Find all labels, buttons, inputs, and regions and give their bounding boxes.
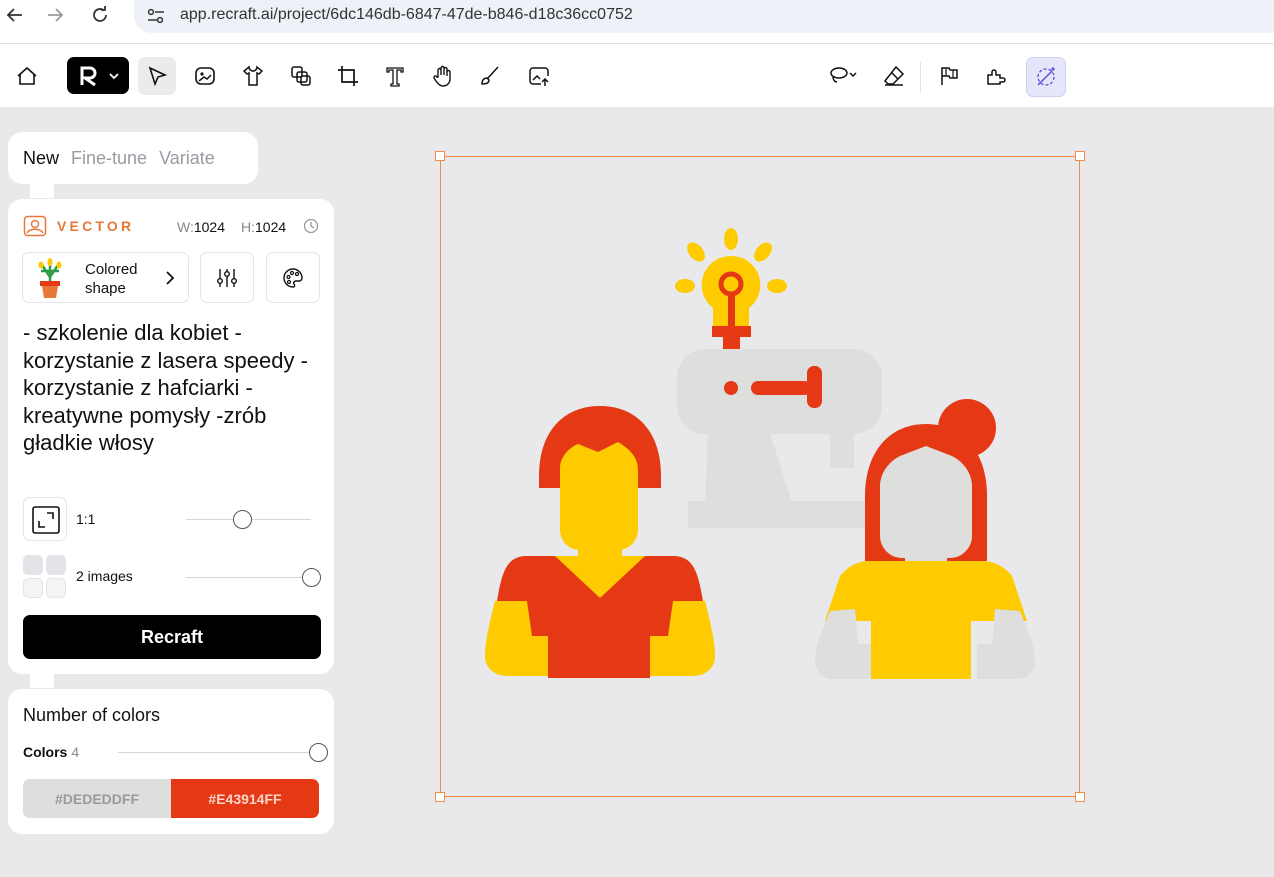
style-selector[interactable]: Colored shape	[22, 252, 189, 303]
upload-image-icon[interactable]	[520, 57, 558, 95]
potted-plant-icon	[38, 258, 62, 298]
crop-frame-icon[interactable]	[329, 57, 367, 95]
recraft-logo-menu[interactable]	[67, 57, 129, 94]
canvas-selection-frame[interactable]	[435, 151, 1085, 802]
sliders-icon	[217, 268, 238, 287]
image-count-label: 2 images	[76, 568, 133, 584]
mode-tabs: New Fine-tune Variate	[8, 132, 258, 184]
flags-icon[interactable]	[931, 57, 969, 95]
color-palette-button[interactable]	[266, 252, 320, 303]
tab-fine-tune[interactable]: Fine-tune	[71, 148, 147, 169]
toolbar-divider	[920, 62, 921, 92]
clock-icon[interactable]	[303, 218, 319, 234]
back-arrow-icon[interactable]	[2, 4, 28, 26]
woman-short-hair-icon	[485, 406, 715, 678]
chevron-down-icon	[109, 72, 119, 79]
color-swatch-grey[interactable]: #DEDEDDFF	[23, 779, 171, 818]
aspect-ratio-slider-knob[interactable]	[232, 510, 252, 529]
colors-slider-track[interactable]	[118, 752, 318, 753]
tshirt-mockup-icon[interactable]	[234, 57, 272, 95]
brush-icon[interactable]	[471, 57, 509, 95]
color-swatch-red[interactable]: #E43914FF	[171, 779, 319, 818]
hand-icon[interactable]	[424, 57, 462, 95]
main-toolbar	[0, 44, 1274, 108]
light-bulb-icon	[675, 228, 787, 349]
url-text[interactable]: app.recraft.ai/project/6dc146db-6847-47d…	[180, 6, 633, 24]
width-readout[interactable]: W:1024	[177, 219, 225, 235]
tab-new[interactable]: New	[23, 148, 59, 169]
output-type-label[interactable]: VECTOR	[57, 218, 134, 234]
chevron-right-icon	[166, 271, 175, 285]
prompt-text[interactable]: - szkolenie dla kobiet - korzystanie z l…	[23, 319, 323, 457]
site-settings-icon[interactable]	[146, 6, 166, 26]
lasso-icon[interactable]	[820, 57, 866, 95]
image-count-slider-knob[interactable]	[301, 568, 321, 587]
magic-wand-icon[interactable]	[1026, 57, 1066, 97]
panel-connector	[30, 674, 54, 688]
height-readout[interactable]: H:1024	[241, 219, 286, 235]
tab-variate[interactable]: Variate	[159, 148, 215, 169]
recraft-generate-button[interactable]: Recraft	[23, 615, 321, 659]
resize-handle-top-right[interactable]	[1075, 151, 1085, 161]
select-pointer-icon[interactable]	[138, 57, 176, 95]
reload-icon[interactable]	[87, 4, 113, 26]
layers-icon[interactable]	[282, 57, 320, 95]
colors-count-label: Colors 4	[23, 744, 80, 760]
address-bar[interactable]: app.recraft.ai/project/6dc146db-6847-47d…	[134, 0, 1274, 33]
puzzle-icon[interactable]	[978, 57, 1016, 95]
image-count-slider-track[interactable]	[186, 577, 311, 578]
sewing-machine-icon	[677, 349, 882, 528]
generated-illustration[interactable]	[440, 156, 1080, 797]
generation-settings-panel: VECTOR W:1024 H:1024 Colored shape - szk…	[8, 199, 334, 674]
aspect-ratio-button[interactable]	[23, 497, 67, 541]
eraser-icon[interactable]	[875, 57, 913, 95]
vector-icon	[23, 215, 47, 237]
aspect-ratio-label: 1:1	[76, 511, 96, 527]
palette-icon	[283, 267, 303, 288]
aspect-ratio-icon	[32, 506, 60, 534]
style-settings-button[interactable]	[200, 252, 254, 303]
image-icon[interactable]	[186, 57, 224, 95]
home-icon[interactable]	[8, 57, 46, 95]
text-icon[interactable]	[376, 57, 414, 95]
output-type-row: VECTOR W:1024 H:1024	[23, 215, 323, 237]
number-of-colors-panel: Number of colors Colors 4 #DEDEDDFF #E439…	[8, 689, 334, 834]
resize-handle-top-left[interactable]	[435, 151, 445, 161]
forward-arrow-icon[interactable]	[42, 4, 68, 26]
recraft-logo-icon	[80, 66, 97, 86]
resize-handle-bottom-left[interactable]	[435, 792, 445, 802]
number-of-colors-title: Number of colors	[23, 705, 161, 725]
image-count-icon	[23, 555, 67, 599]
resize-handle-bottom-right[interactable]	[1075, 792, 1085, 802]
browser-bar: app.recraft.ai/project/6dc146db-6847-47d…	[0, 0, 1274, 44]
style-name: Colored shape	[85, 261, 138, 297]
colors-slider-knob[interactable]	[308, 743, 328, 762]
panel-connector	[30, 184, 54, 198]
